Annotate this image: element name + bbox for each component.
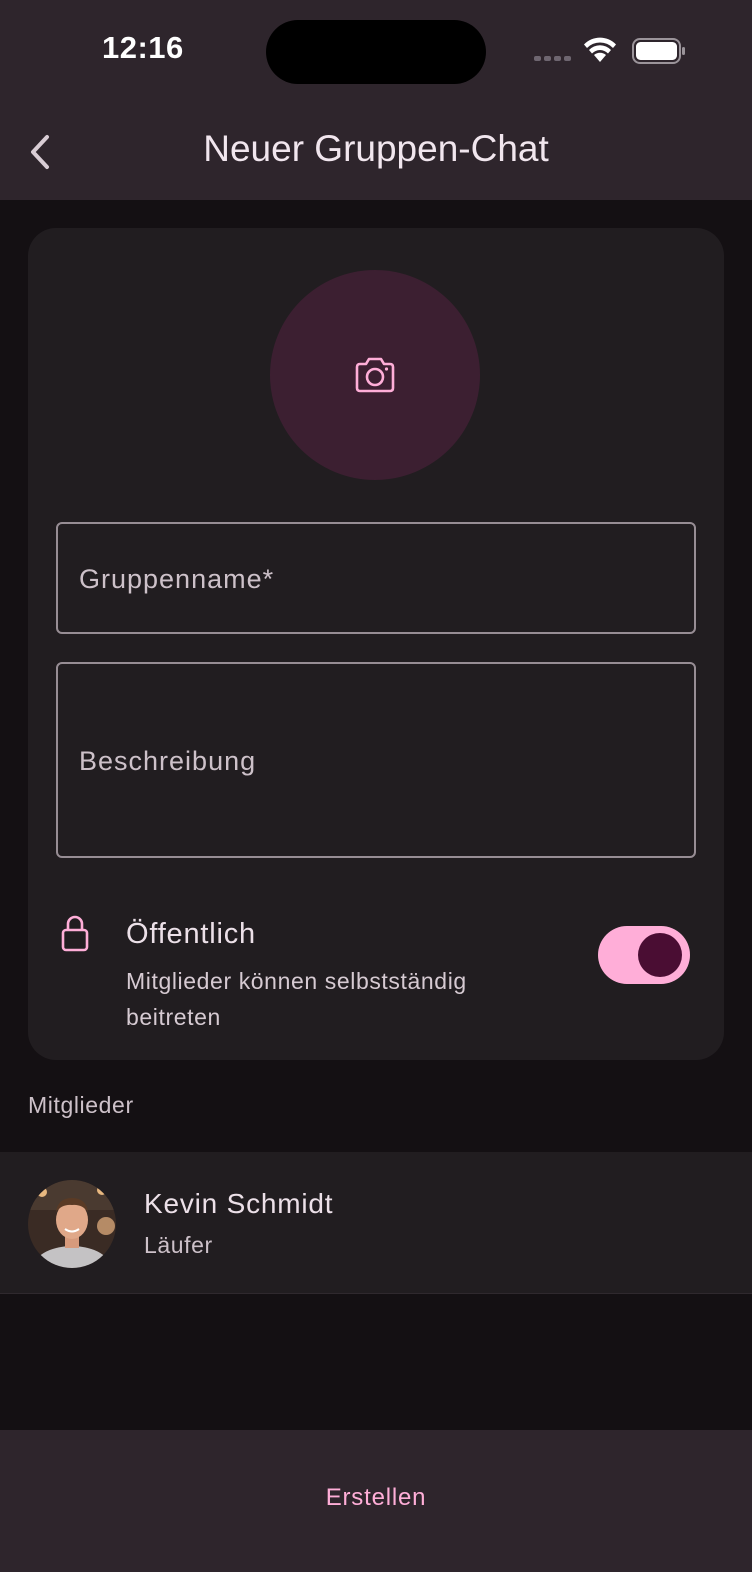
lock-icon <box>61 915 89 952</box>
switch-knob <box>638 933 682 977</box>
public-toggle-switch[interactable] <box>598 926 690 984</box>
member-list-item[interactable]: Kevin Schmidt Läufer <box>0 1152 752 1294</box>
cellular-signal-icon <box>534 56 571 61</box>
bottom-action-bar: Erstellen <box>0 1430 752 1572</box>
group-settings-card: Gruppenname* Beschreibung Öffentlich Mit… <box>28 228 724 1060</box>
camera-icon <box>355 357 395 393</box>
screen: 12:16 Neuer Gruppen-Chat Gruppenname* Be… <box>0 0 752 1572</box>
status-time: 12:16 <box>102 30 184 65</box>
description-field[interactable]: Beschreibung <box>56 662 696 858</box>
member-role: Läufer <box>144 1232 213 1258</box>
create-button[interactable]: Erstellen <box>276 1470 476 1526</box>
group-photo-picker[interactable] <box>270 270 480 480</box>
battery-icon <box>632 38 685 64</box>
page-title: Neuer Gruppen-Chat <box>203 128 549 169</box>
public-toggle-subtitle: Mitglieder können selbstständig beitrete… <box>126 968 467 1030</box>
description-placeholder: Beschreibung <box>79 746 257 776</box>
wifi-icon <box>584 37 616 62</box>
avatar <box>28 1180 116 1268</box>
members-section-label: Mitglieder <box>28 1092 134 1118</box>
app-bar: 12:16 Neuer Gruppen-Chat <box>0 0 752 200</box>
public-toggle-title: Öffentlich <box>126 918 256 950</box>
group-name-placeholder: Gruppenname* <box>79 564 275 594</box>
member-name: Kevin Schmidt <box>144 1188 334 1219</box>
dynamic-island <box>266 20 486 84</box>
group-name-field[interactable]: Gruppenname* <box>56 522 696 634</box>
